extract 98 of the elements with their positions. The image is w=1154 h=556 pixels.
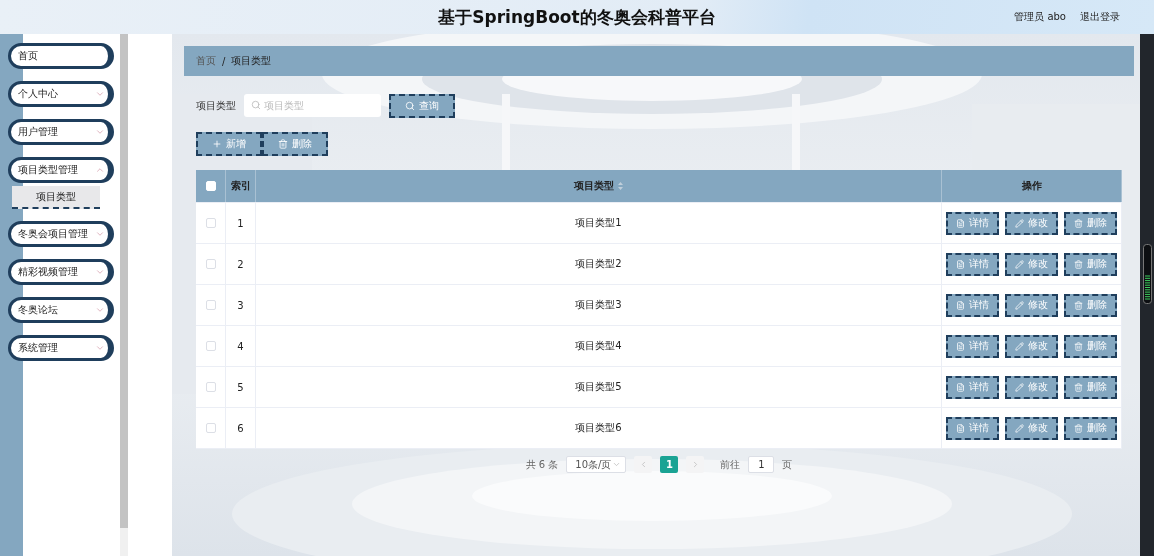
menu-item[interactable]: 个人中心 — [8, 81, 114, 107]
select-all-checkbox[interactable] — [205, 181, 216, 191]
detail-button[interactable]: 详情 — [946, 416, 999, 440]
menu-label: 冬奥论坛 — [18, 303, 58, 317]
menu-label: 项目类型管理 — [18, 163, 78, 177]
menu-label: 冬奥会项目管理 — [18, 227, 88, 241]
breadcrumb-separator: / — [222, 55, 226, 67]
goto-suffix: 页 — [782, 457, 793, 472]
add-button[interactable]: 新增 — [196, 132, 262, 156]
menu-label: 个人中心 — [18, 87, 58, 101]
menu-item[interactable]: 首页 — [8, 43, 114, 69]
trash-icon — [1074, 259, 1083, 269]
row-checkbox[interactable] — [205, 300, 216, 310]
document-icon — [956, 218, 965, 228]
goto-page-field[interactable]: 1 — [748, 456, 775, 473]
breadcrumb-link[interactable]: 首页 — [196, 54, 216, 68]
menu-label: 用户管理 — [18, 125, 58, 139]
trash-icon — [1074, 423, 1083, 433]
column-header: 操作 — [1021, 179, 1042, 193]
detail-button[interactable]: 详情 — [946, 252, 999, 276]
table-cell: 项目类型2 — [575, 257, 622, 271]
menu-item[interactable]: 冬奥论坛 — [8, 297, 114, 323]
menu-label: 精彩视频管理 — [18, 265, 78, 279]
table-cell: 6 — [237, 422, 244, 434]
table-cell: 项目类型3 — [575, 298, 622, 312]
menu-item[interactable]: 系统管理 — [8, 335, 114, 361]
table-cell: 项目类型5 — [575, 380, 622, 394]
delete-button[interactable]: 删除 — [1064, 334, 1117, 358]
scrollbar[interactable] — [1142, 244, 1152, 304]
menu-label: 系统管理 — [18, 341, 58, 355]
trash-icon — [278, 139, 288, 149]
trash-icon — [1074, 341, 1083, 351]
delete-button[interactable]: 删除 — [262, 132, 328, 156]
sort-icon[interactable] — [618, 182, 623, 190]
document-icon — [956, 300, 965, 310]
pencil-icon — [1015, 382, 1024, 392]
menu-item[interactable]: 项目类型管理 — [8, 157, 114, 183]
search-icon — [405, 100, 415, 111]
document-icon — [956, 341, 965, 351]
page-title: 基于SpringBoot的冬奥会科普平台 — [438, 5, 716, 29]
goto-label: 前往 — [720, 457, 741, 472]
column-header[interactable]: 项目类型 — [574, 179, 614, 193]
table-cell: 3 — [237, 299, 244, 311]
pencil-icon — [1015, 341, 1024, 351]
menu-item[interactable]: 用户管理 — [8, 119, 114, 145]
scrollbar[interactable] — [120, 34, 128, 556]
search-button[interactable]: 查询 — [389, 93, 455, 118]
edit-button[interactable]: 修改 — [1005, 211, 1058, 235]
page-size-select[interactable]: 10条/页 — [566, 456, 627, 473]
trash-icon — [1074, 300, 1083, 310]
page-button[interactable]: 1 — [660, 456, 679, 473]
delete-button[interactable]: 删除 — [1064, 416, 1117, 440]
pencil-icon — [1015, 218, 1024, 228]
document-icon — [956, 423, 965, 433]
trash-icon — [1074, 382, 1083, 392]
edit-button[interactable]: 修改 — [1005, 293, 1058, 317]
total-count: 共 6 条 — [525, 457, 559, 472]
user-name: 管理员 abo — [1014, 10, 1066, 24]
row-checkbox[interactable] — [205, 423, 216, 433]
table-cell: 项目类型4 — [575, 339, 622, 353]
menu-item[interactable]: 冬奥会项目管理 — [8, 221, 114, 247]
plus-icon — [212, 139, 222, 149]
pencil-icon — [1015, 423, 1024, 433]
table-cell: 项目类型1 — [575, 216, 622, 230]
document-icon — [956, 259, 965, 269]
edit-button[interactable]: 修改 — [1005, 252, 1058, 276]
delete-button[interactable]: 删除 — [1064, 293, 1117, 317]
delete-button[interactable]: 删除 — [1064, 211, 1117, 235]
submenu-item[interactable]: 项目类型 — [12, 186, 100, 209]
delete-button[interactable]: 删除 — [1064, 375, 1117, 399]
edit-button[interactable]: 修改 — [1005, 375, 1058, 399]
menu-item[interactable]: 精彩视频管理 — [8, 259, 114, 285]
pencil-icon — [1015, 259, 1024, 269]
detail-button[interactable]: 详情 — [946, 293, 999, 317]
pencil-icon — [1015, 300, 1024, 310]
row-checkbox[interactable] — [205, 341, 216, 351]
table-cell: 项目类型6 — [575, 421, 622, 435]
breadcrumb-current: 项目类型 — [231, 54, 272, 68]
logout-link[interactable]: 退出登录 — [1080, 10, 1120, 24]
row-checkbox[interactable] — [205, 382, 216, 392]
table-cell: 5 — [237, 381, 244, 393]
document-icon — [956, 382, 965, 392]
search-label: 项目类型 — [196, 98, 236, 113]
search-icon — [251, 100, 261, 110]
table-cell: 4 — [237, 340, 244, 352]
detail-button[interactable]: 详情 — [946, 334, 999, 358]
row-checkbox[interactable] — [205, 259, 216, 269]
chevron-icon — [612, 460, 622, 469]
column-header: 索引 — [230, 179, 251, 193]
detail-button[interactable]: 详情 — [946, 375, 999, 399]
delete-button[interactable]: 删除 — [1064, 252, 1117, 276]
edit-button[interactable]: 修改 — [1005, 334, 1058, 358]
trash-icon — [1074, 218, 1083, 228]
table-cell: 1 — [237, 217, 244, 229]
row-checkbox[interactable] — [205, 218, 216, 228]
table-cell: 2 — [237, 258, 244, 270]
detail-button[interactable]: 详情 — [946, 211, 999, 235]
edit-button[interactable]: 修改 — [1005, 416, 1058, 440]
